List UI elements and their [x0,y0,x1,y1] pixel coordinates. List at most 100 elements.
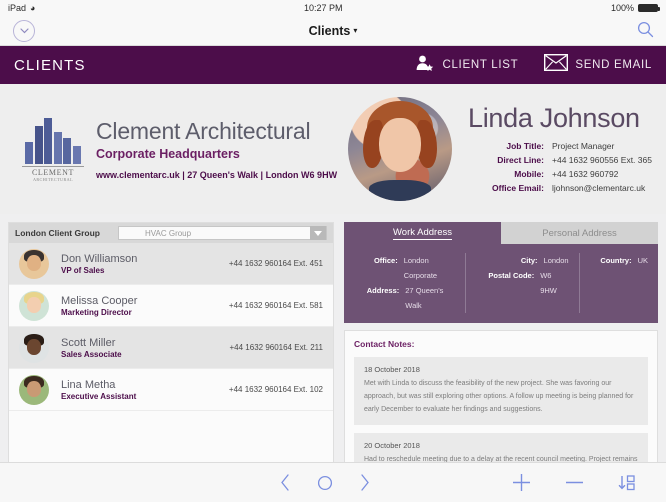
note-item: 18 October 2018 Met with Linda to discus… [354,357,648,425]
field-value: ljohnson@clementarc.uk [552,183,646,193]
client-group-select-value: HVAC Group [144,228,192,238]
battery-full-icon [637,4,660,12]
wifi-icon: ◕ [30,2,36,13]
plus-icon[interactable] [512,473,531,492]
address-value: UK [637,256,648,265]
don-williamson-avatar [19,248,49,279]
address-value: London [543,256,569,265]
logo-wordmark: CLEMENT [22,166,84,177]
app-header-bar: CLIENTS CLIENT LIST SEND EMAIL [0,46,666,84]
melissa-cooper-avatar [19,290,49,321]
envelope-icon [544,53,569,76]
work-address-details: Office: London Corporate Address: 27 Que… [344,244,658,323]
list-item-role: Marketing Director [61,307,132,317]
list-item-name: Scott Miller [61,336,116,349]
tab-personal-address-label: Personal Address [542,227,617,239]
device-name: iPad [8,3,27,13]
list-item-name: Lina Metha [61,378,116,391]
contact-field-row: Mobile: +44 1632 960792 [468,167,652,181]
client-list-user-star-icon [415,54,435,77]
note-body: Met with Linda to discuss the feasibilit… [364,380,634,413]
content-canvas: CLEMENT ARCHITECTURAL Clement Architectu… [0,84,666,499]
chevron-right-icon[interactable] [359,474,370,491]
company-name: Clement Architectural [96,117,311,144]
address-row: Postal Code: W6 9HW [476,268,569,298]
contact-field-list: Job Title: Project Manager Direct Line: … [468,139,652,195]
field-key: Office Email: [492,183,544,193]
address-key: City: [520,256,538,265]
chevron-down-icon[interactable] [310,226,326,240]
contact-block: Linda Johnson Job Title: Project Manager… [340,97,652,201]
list-item[interactable]: Don Williamson VP of Sales +44 1632 9601… [9,243,333,285]
tab-work-address-label: Work Address [393,226,452,240]
field-value: Project Manager [552,141,615,151]
bottom-toolbar [0,462,666,502]
scott-miller-avatar [19,332,49,363]
page-title[interactable]: Clients ▾ [0,24,666,38]
list-item-name: Melissa Cooper [61,294,138,307]
field-value: +44 1632 960792 [552,169,619,179]
note-date: 20 October 2018 [364,441,420,450]
address-column: Country: UK [578,253,658,313]
panels-area: London Client Group HVAC Group Don Willi… [0,214,666,499]
ios-status-bar: iPad ◕ 10:27 PM 100% [0,0,666,16]
sort-az-descending-icon[interactable] [618,474,636,491]
list-item-phone: +44 1632 960164 Ext. 451 [228,259,323,268]
client-list-button[interactable]: CLIENT LIST [415,54,518,77]
company-block: CLEMENT ARCHITECTURAL Clement Architectu… [0,116,340,182]
send-email-button[interactable]: SEND EMAIL [544,53,652,76]
logo-subwordmark: ARCHITECTURAL [32,177,74,182]
chevron-left-icon[interactable] [280,474,291,491]
circle-icon[interactable] [317,475,333,491]
address-notes-panel: Work Address Personal Address Office: Lo… [344,222,658,499]
address-key: Country: [600,256,632,265]
list-item-phone: +44 1632 960164 Ext. 581 [228,301,323,310]
list-item-role: Executive Assistant [61,391,137,401]
client-list-label: CLIENT LIST [442,59,519,71]
company-subtitle: Corporate Headquarters [96,147,240,162]
list-item[interactable]: Scott Miller Sales Associate +44 1632 96… [9,327,333,369]
address-value: London Corporate [403,256,438,280]
ipad-clients-screen: iPad ◕ 10:27 PM 100% Clients ▾ CLIENTS C… [0,0,666,502]
address-row: Office: London Corporate [354,253,455,283]
address-row: Country: UK [590,253,648,268]
list-item-phone: +44 1632 960164 Ext. 211 [229,343,324,352]
search-icon[interactable] [637,21,654,43]
client-list-panel: London Client Group HVAC Group Don Willi… [8,222,334,499]
address-value: W6 9HW [540,271,557,295]
list-item-role: Sales Associate [61,349,122,359]
company-contact-line: www.clementarc.uk | 27 Queen's Walk | Lo… [96,170,338,181]
client-group-label: London Client Group [15,228,100,238]
contact-name: Linda Johnson [468,103,640,133]
send-email-label: SEND EMAIL [575,59,652,71]
minus-icon[interactable] [565,473,584,492]
field-key: Job Title: [506,141,544,151]
tab-work-address[interactable]: Work Address [344,222,501,244]
list-item[interactable]: Melissa Cooper Marketing Director +44 16… [9,285,333,327]
contact-field-row: Direct Line: +44 1632 960556 Ext. 365 [468,153,652,167]
address-key: Address: [366,286,400,295]
list-item[interactable]: Lina Metha Executive Assistant +44 1632 … [9,369,333,411]
address-column: City: London Postal Code: W6 9HW [464,253,579,313]
client-group-select[interactable]: HVAC Group [117,226,327,240]
field-value: +44 1632 960556 Ext. 365 [552,155,652,165]
address-row: Address: 27 Queen's Walk [354,283,455,313]
lina-metha-avatar [19,374,49,405]
battery-percent-label: 100% [610,3,634,13]
nav-bar: Clients ▾ [0,16,666,46]
clement-architectural-building-logo-icon: CLEMENT ARCHITECTURAL [22,116,84,182]
tab-personal-address[interactable]: Personal Address [501,222,658,244]
address-value: 27 Queen's Walk [405,286,444,310]
client-group-header: London Client Group HVAC Group [9,223,333,243]
app-header-title: CLIENTS [14,56,86,74]
contact-field-row: Office Email: ljohnson@clementarc.uk [468,181,652,195]
address-key: Postal Code: [488,271,535,280]
company-and-contact-card: CLEMENT ARCHITECTURAL Clement Architectu… [0,84,666,214]
address-tabs: Work Address Personal Address [344,222,658,244]
status-bar-time: 10:27 PM [303,3,343,13]
address-row: City: London [476,253,569,268]
list-item-role: VP of Sales [61,265,105,275]
chevron-down-icon: ▾ [353,25,358,35]
address-key: Office: [373,256,398,265]
address-column: Office: London Corporate Address: 27 Que… [344,253,465,313]
